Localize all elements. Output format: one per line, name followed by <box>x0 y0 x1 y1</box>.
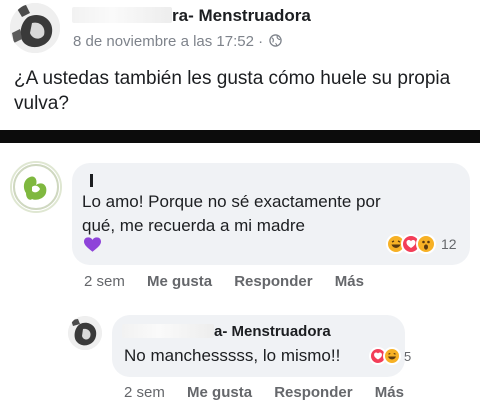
divider-bar <box>0 130 480 143</box>
commenter-avatar[interactable] <box>10 161 62 213</box>
post-meta: 8 de noviembre a las 17:52 · <box>73 33 283 50</box>
post-author-avatar[interactable] <box>10 3 60 53</box>
reply-reaction-count: 5 <box>404 348 412 364</box>
reply-actions: 2 sem Me gusta Responder Más <box>124 384 422 401</box>
commenter-name-redacted[interactable] <box>90 174 93 187</box>
comment-like-button[interactable]: Me gusta <box>147 273 212 290</box>
comment-time[interactable]: 2 sem <box>84 273 125 290</box>
comment-more-button[interactable]: Más <box>335 273 364 290</box>
reply-more-button[interactable]: Más <box>375 384 404 401</box>
reply-text: No manchesssss, lo mismo!! <box>124 346 341 365</box>
comment-text: Lo amo! Porque no sé exactamente por qué… <box>82 192 381 235</box>
facebook-thread: ra- Menstruadora 8 de noviembre a las 17… <box>0 0 480 406</box>
comment-actions: 2 sem Me gusta Responder Más <box>84 273 382 290</box>
comment-reaction-count: 12 <box>441 236 457 252</box>
reply-author-name[interactable]: a- Menstruadora <box>122 323 331 340</box>
comment-reply-button[interactable]: Responder <box>234 273 312 290</box>
reply-reply-button[interactable]: Responder <box>274 384 352 401</box>
wow-reaction-icon <box>416 234 436 254</box>
comment-bubble: Lo amo! Porque no sé exactamente por qué… <box>72 163 470 265</box>
name-censor-mask <box>72 7 172 23</box>
post-timestamp[interactable]: 8 de noviembre a las 17:52 · <box>73 33 267 50</box>
globe-icon <box>269 34 283 47</box>
purple-heart-icon <box>84 237 101 252</box>
comment-reactions[interactable]: 12 <box>386 233 472 255</box>
post-author-visible-name: ra- Menstruadora <box>172 6 311 25</box>
reply-time[interactable]: 2 sem <box>124 384 165 401</box>
reply-reactions[interactable]: 5 <box>369 345 411 367</box>
reply-like-button[interactable]: Me gusta <box>187 384 252 401</box>
reply-bubble: a- Menstruadora No manchesssss, lo mismo… <box>112 315 411 377</box>
post-author-name[interactable]: ra- Menstruadora <box>72 6 311 26</box>
post-body: ¿A ustedas también les gusta cómo huele … <box>14 68 451 114</box>
name-censor-mask <box>122 324 214 338</box>
reply-author-avatar[interactable] <box>68 316 102 350</box>
haha-reaction-icon <box>383 347 401 365</box>
reply-author-visible-name: a- Menstruadora <box>214 323 331 340</box>
post: ra- Menstruadora 8 de noviembre a las 17… <box>0 0 480 128</box>
